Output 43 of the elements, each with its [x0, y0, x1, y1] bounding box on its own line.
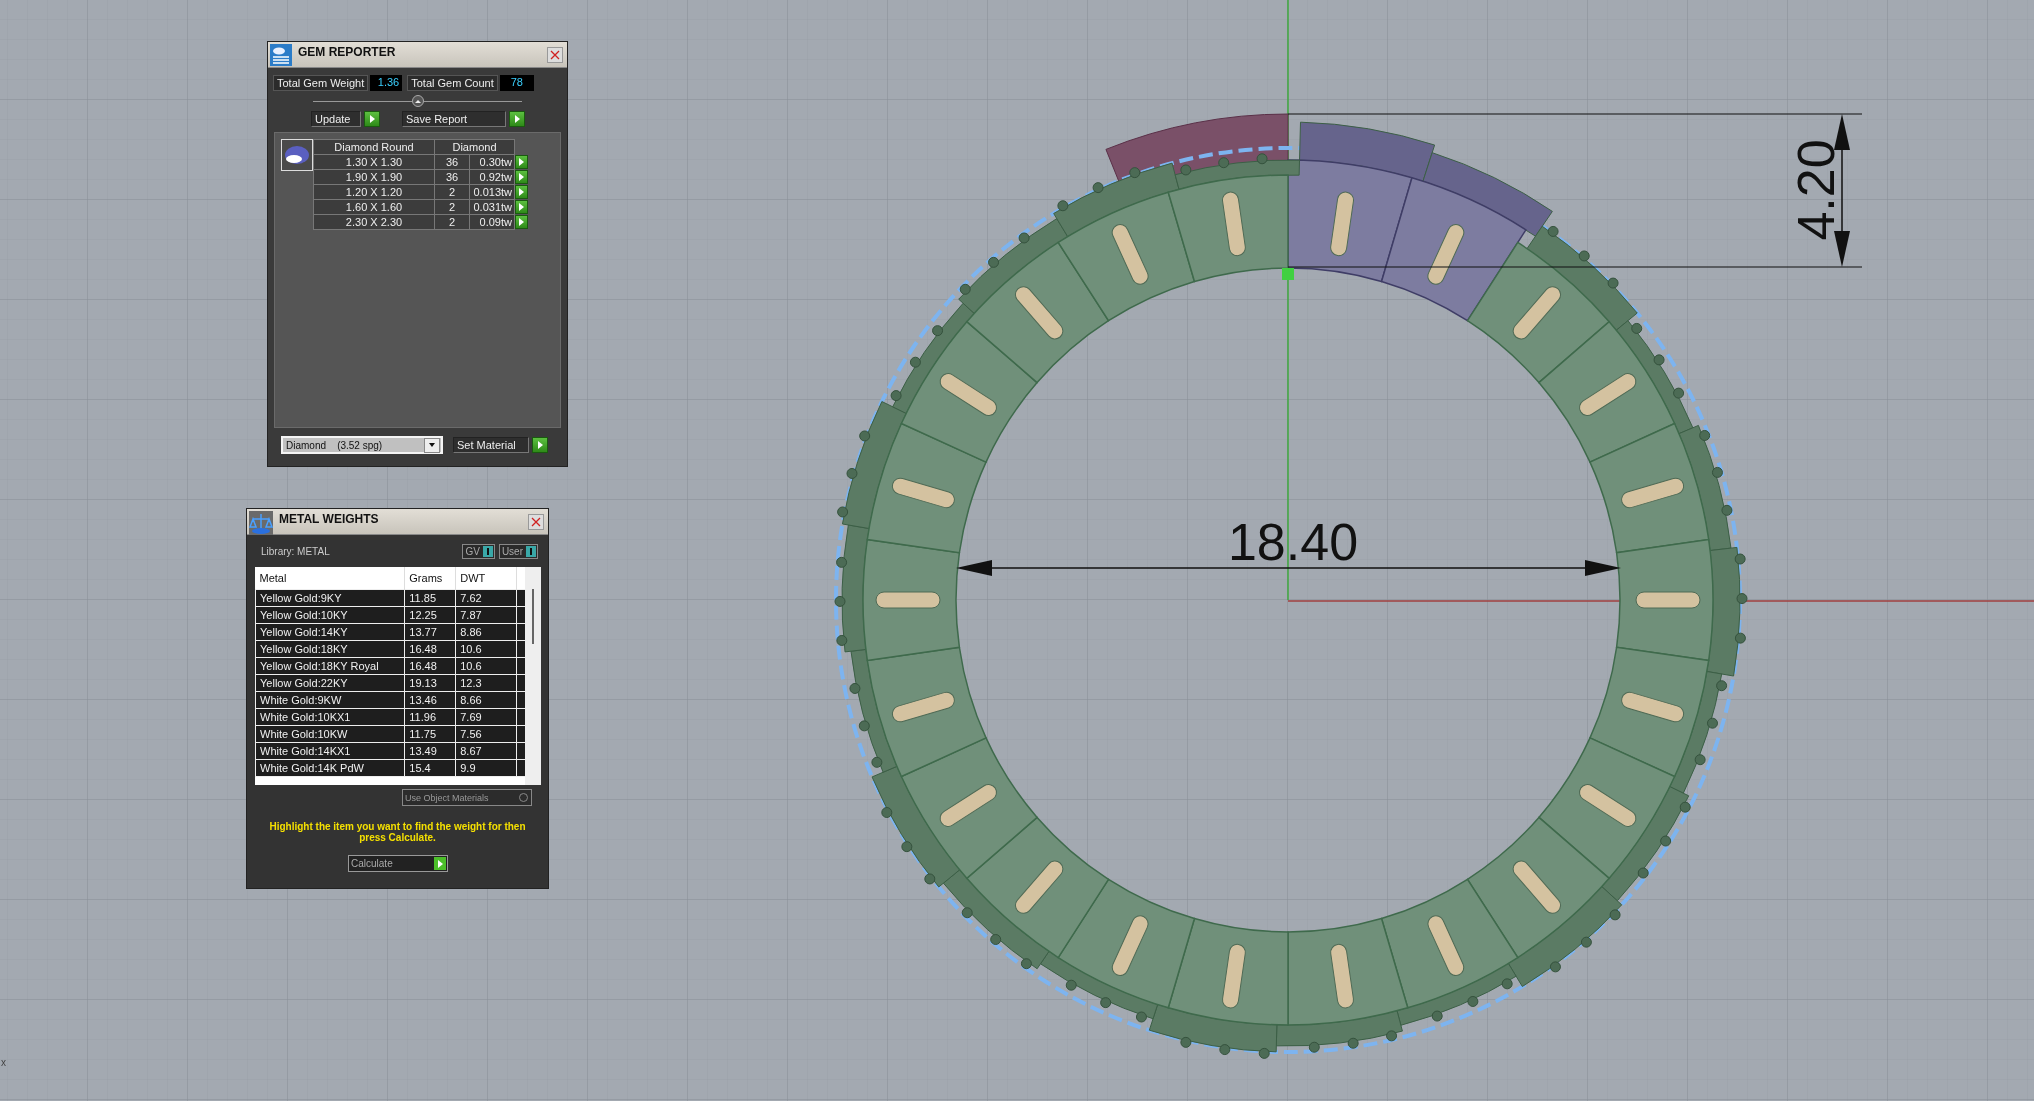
table-cell: 7.62 [455, 589, 517, 607]
column-header: Diamond [434, 139, 515, 155]
axis-label: x [1, 1057, 6, 1068]
action-button[interactable]: Update [311, 111, 361, 127]
caret-icon [424, 437, 440, 453]
collapse-handle[interactable] [411, 95, 424, 107]
arrow-button[interactable] [515, 215, 528, 229]
column-header: Grams [404, 567, 456, 590]
dimension-label: 4.20 [1787, 139, 1845, 241]
arrow-button[interactable] [515, 170, 528, 184]
close-button[interactable] [547, 47, 563, 63]
table-cell: 11.85 [404, 589, 456, 607]
arrow-button[interactable] [515, 155, 528, 169]
action-button[interactable]: Save Report [402, 111, 506, 127]
arrow-button[interactable] [532, 437, 548, 453]
field-label: Total Gem Weight [273, 75, 369, 91]
column-header: Diamond Round [313, 139, 435, 155]
instruction-text: Highlight the item you want to find the weight for then press Calculate. [268, 821, 527, 843]
action-button[interactable]: Set Material [453, 437, 529, 453]
close-button[interactable] [528, 514, 544, 530]
column-header: Metal [255, 567, 405, 590]
column-header: DWT [455, 567, 517, 590]
arrow-button[interactable] [509, 111, 525, 127]
gem-icon [281, 139, 313, 171]
use-object-materials-toggle[interactable]: Use Object Materials [402, 789, 532, 806]
scrollbar-thumb[interactable] [532, 589, 535, 644]
table-cell: Yellow Gold:9KY [255, 589, 405, 607]
field-label: Total Gem Count [407, 75, 498, 91]
value-field: 1.36 [370, 75, 403, 91]
scale-icon [249, 511, 273, 535]
value-field: 78 [499, 75, 534, 91]
scrollbar[interactable] [525, 567, 541, 785]
arrow-button[interactable] [515, 185, 528, 199]
window-title: METAL WEIGHTS [279, 512, 380, 526]
toggle-button[interactable]: GV [462, 544, 495, 559]
calculate-button[interactable]: Calculate [348, 855, 448, 872]
material-dropdown[interactable]: Diamond (3.52 spg) [281, 436, 443, 454]
arrow-button[interactable] [364, 111, 380, 127]
library-label: Library: METAL [261, 546, 330, 557]
app-icon [270, 44, 292, 66]
arrow-button[interactable] [515, 200, 528, 214]
window-title: GEM REPORTER [298, 45, 397, 59]
toggle-button[interactable]: User [498, 544, 538, 559]
